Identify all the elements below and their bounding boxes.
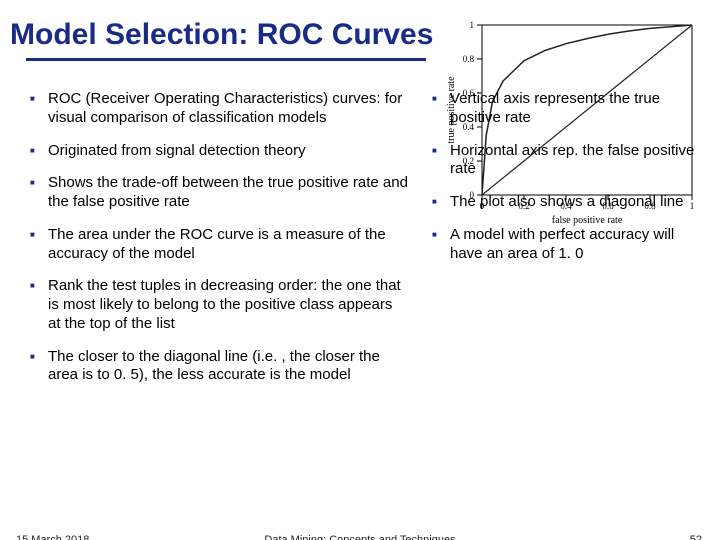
- list-item: ROC (Receiver Operating Characteristics)…: [24, 90, 408, 128]
- x-axis-label: false positive rate: [552, 215, 623, 226]
- list-item: Originated from signal detection theory: [24, 142, 408, 161]
- list-item: The closer to the diagonal line (i.e. , …: [24, 348, 408, 386]
- title-underline: [26, 58, 426, 61]
- list-item: Vertical axis represents the true positi…: [426, 90, 710, 128]
- svg-text:0.8: 0.8: [463, 54, 475, 64]
- list-item: Shows the trade-off between the true pos…: [24, 174, 408, 212]
- list-item: The area under the ROC curve is a measur…: [24, 226, 408, 264]
- list-item: A model with perfect accuracy will have …: [426, 226, 710, 264]
- svg-text:1: 1: [470, 20, 475, 30]
- left-bullet-list: ROC (Receiver Operating Characteristics)…: [24, 90, 408, 385]
- right-bullet-list: Vertical axis represents the true positi…: [426, 90, 710, 263]
- list-item: Rank the test tuples in decreasing order…: [24, 277, 408, 333]
- list-item: The plot also shows a diagonal line: [426, 193, 710, 212]
- left-column: ROC (Receiver Operating Characteristics)…: [0, 90, 420, 510]
- footer-center: Data Mining: Concepts and Techniques: [0, 534, 720, 540]
- footer-page: 52: [690, 534, 702, 540]
- content-area: ROC (Receiver Operating Characteristics)…: [0, 90, 720, 510]
- right-column: 0 0.2 0.4 0.6 0.8 1 0 0.2 0.4 0.6 0.8: [420, 90, 720, 510]
- list-item: Horizontal axis rep. the false positive …: [426, 142, 710, 180]
